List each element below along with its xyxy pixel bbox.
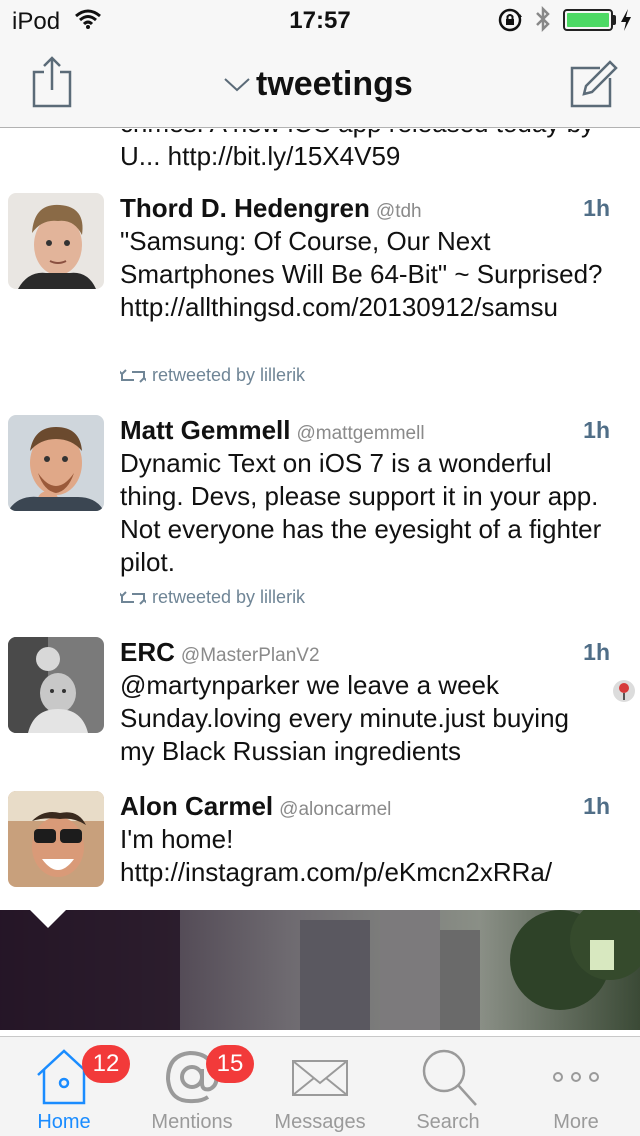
tab-search[interactable]: Search [384,1037,512,1136]
media-pointer [30,910,66,928]
author-handle: @tdh [375,201,422,222]
tab-label: Home [37,1111,91,1133]
retweet-label: retweeted by lillerik [152,365,306,385]
tab-label: Messages [274,1111,366,1133]
avatar[interactable] [8,637,104,733]
tweet-text: "Samsung: Of Course, Our Next Smartphone… [120,226,603,322]
battery-tip [613,15,616,25]
author-name: Matt Gemmell [120,415,291,445]
author-name: Alon Carmel [120,791,274,821]
tweet-author[interactable]: Matt Gemmell @mattgemmell [120,415,425,446]
tweet-author[interactable]: Thord D. Hedengren @tdh [120,193,422,224]
envelope-icon [292,1060,348,1096]
author-handle: @mattgemmell [296,423,425,444]
share-icon[interactable] [30,54,74,110]
more-dots-icon [553,1072,599,1082]
tweet-timestamp: 1h [583,639,610,665]
tweet-timestamp: 1h [583,417,610,443]
unread-badge: 15 [206,1045,254,1083]
tweet-timestamp: 1h [583,793,610,819]
tweet-author[interactable]: ERC @MasterPlanV2 [120,637,320,668]
tweet-text: @martynparker we leave a week Sunday.lov… [120,670,569,766]
retweet-icon [120,368,146,383]
tweet-text: Dynamic Text on iOS 7 is a wonderful thi… [120,448,602,577]
avatar[interactable] [8,791,104,887]
retweet-info: retweeted by lillerik [120,587,305,608]
tweet-text: I'm home! http://instagram.com/p/eKmcn2x… [120,824,553,887]
tab-label: Search [416,1111,480,1133]
tab-bar: 12 Home 15 Mentions Messages Search More [0,1036,640,1136]
navigation-bar: tweetings [0,40,640,128]
tab-label: Mentions [151,1111,233,1133]
author-handle: @aloncarmel [279,799,392,820]
retweet-icon [120,590,146,605]
bluetooth-icon [536,5,550,33]
author-handle: @MasterPlanV2 [180,645,320,666]
unread-badge: 12 [82,1045,130,1083]
search-icon [422,1049,477,1106]
tweet-timestamp: 1h [583,195,610,221]
retweet-info: retweeted by lillerik [120,365,305,386]
author-name: ERC [120,637,175,667]
charging-icon [621,9,631,31]
tab-more[interactable]: More [512,1037,640,1136]
tweet-author[interactable]: Alon Carmel @aloncarmel [120,791,391,822]
tab-home[interactable]: 12 Home [0,1037,130,1136]
battery-icon [563,9,613,31]
tab-label: More [553,1111,599,1133]
status-bar: iPod 17:57 [0,0,640,40]
retweet-label: retweeted by lillerik [152,587,306,607]
avatar[interactable] [8,415,104,511]
tab-messages[interactable]: Messages [256,1037,384,1136]
timeline[interactable]: crimes. A new iOS app released today by … [0,129,640,909]
nav-title: tweetings [256,64,413,103]
author-name: Thord D. Hedengren [120,193,370,223]
location-pin-icon [613,680,635,702]
chevron-down-icon [224,78,250,92]
rotation-lock-icon [498,8,522,32]
media-preview[interactable] [0,910,640,1030]
partial-tweet-text: crimes. A new iOS app released today by … [120,129,594,171]
compose-icon[interactable] [570,60,618,108]
avatar[interactable] [8,193,104,289]
tab-mentions[interactable]: 15 Mentions [128,1037,256,1136]
timeline-switcher[interactable]: tweetings [222,62,413,106]
